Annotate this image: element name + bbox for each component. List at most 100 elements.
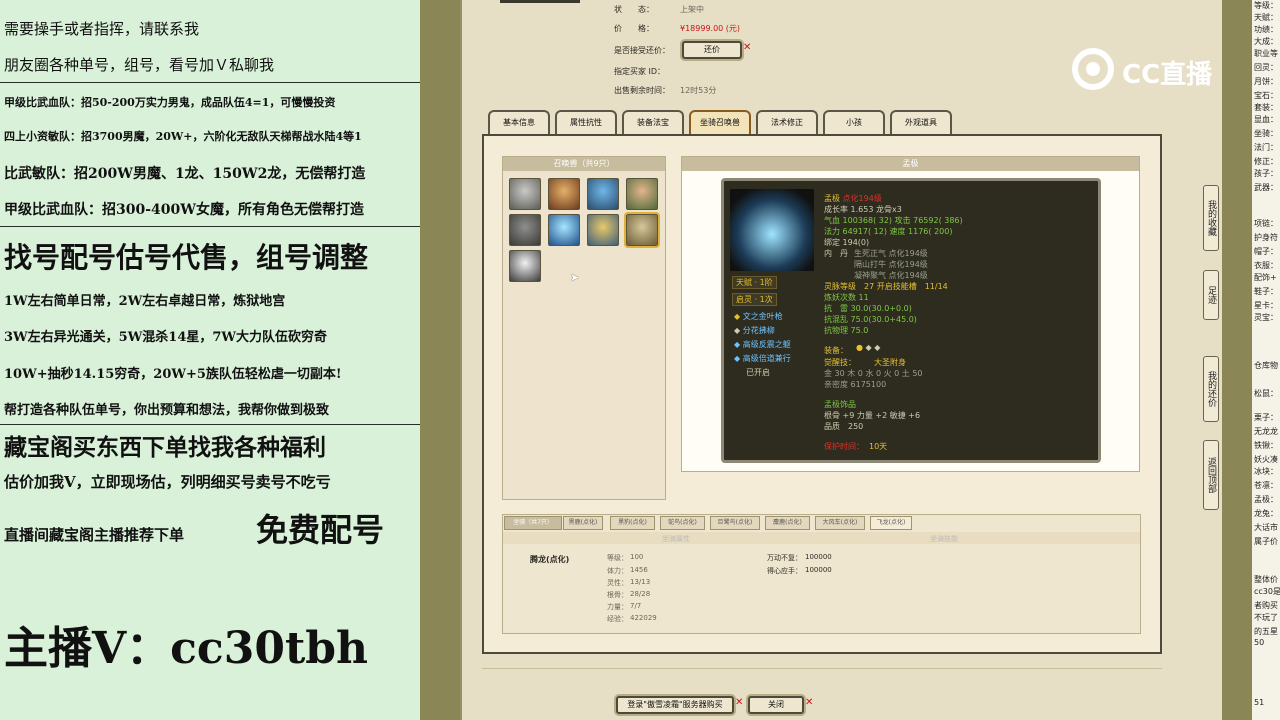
skill-name: 分花拂柳 (742, 326, 775, 335)
tab-basic-info[interactable]: 基本信息 (488, 110, 550, 134)
chat-line: 等级： (1254, 1, 1278, 10)
mount-stat-label: 力量： (607, 603, 628, 611)
summon-warrior-icon[interactable] (548, 178, 580, 210)
chat-line: 铁锹： (1254, 441, 1278, 450)
chat-line: 50 (1254, 638, 1265, 647)
divider (0, 424, 420, 425)
protect-label: 保护时间： (824, 442, 864, 451)
chat-line: 冰块： (1254, 467, 1278, 476)
promo-line: 比武敏队：招200W男魔、1龙、150W2龙，无偿帮打造 (4, 166, 366, 182)
promo-line: 1W左右简单日常，2W左右卓越日常，炼狱地宫 (4, 294, 286, 309)
chat-line: 配饰+ (1254, 273, 1277, 282)
chat-line: 不玩了 (1254, 613, 1278, 622)
bind-stat: 绑定 194(0) (824, 238, 870, 247)
promo-headline: 找号配号估号代售，组号调整 (4, 241, 369, 274)
ornament-title: 孟极饰品 (824, 400, 856, 409)
summon-wolf-icon[interactable] (509, 178, 541, 210)
tab-equipment[interactable]: 装备法宝 (622, 110, 684, 134)
summon-armored-icon[interactable] (587, 214, 619, 246)
tab-spell-correction[interactable]: 法术修正 (756, 110, 818, 134)
bargain-button[interactable]: 还价 (682, 41, 742, 59)
divider (0, 226, 420, 227)
mount-tab[interactable]: 大风车(点化) (815, 516, 865, 530)
mount-skill-column: 坐骑技能 (930, 535, 958, 543)
tab-attributes[interactable]: 属性抗性 (555, 110, 617, 134)
price-label: 价 格： (614, 24, 654, 33)
chat-line: 松鼠： (1254, 389, 1278, 398)
resist-chaos: 抗混乱 75.0(30.0+45.0) (824, 315, 917, 324)
time-left-value: 12时53分 (680, 86, 717, 95)
summon-level: 点化194级 (842, 194, 882, 203)
chat-line: 护身符 (1254, 233, 1278, 242)
time-left-label: 出售剩余时间： (614, 86, 670, 95)
chat-line: 项链： (1254, 219, 1278, 228)
promo-line: 甲级比武血队：招300-400W女魔，所有角色无偿帮打造 (4, 202, 364, 218)
talent-badge: 天赋 · 1阶 (732, 276, 777, 289)
summon-blue-hair-icon[interactable] (587, 178, 619, 210)
cc-logo-icon (1072, 48, 1114, 90)
summon-panda-icon[interactable] (509, 250, 541, 282)
summon-maiden-icon[interactable] (626, 178, 658, 210)
mount-tab[interactable]: 鸵鸟(点化) (660, 516, 705, 530)
promo-contact: 主播V：cc30tbh (4, 623, 369, 674)
mount-stat-label: 体力： (607, 567, 628, 575)
awaken-skill-value: 大圣附身 (874, 358, 906, 367)
login-buy-button[interactable]: 登录"傲雪凌霜"服务器购买 (616, 696, 734, 714)
mount-skill-value: 100000 (805, 553, 832, 561)
divider (482, 668, 1162, 669)
equip-icon: ◆ (862, 343, 875, 352)
price-value: ¥18999.00 (元) (680, 24, 741, 33)
summon-portrait (730, 189, 814, 271)
skill-name: 已开启 (746, 368, 770, 377)
close-button[interactable]: 关闭 (748, 696, 804, 714)
mount-name: 腾龙(点化) (530, 555, 570, 564)
mount-stat-value: 1456 (630, 566, 648, 574)
tab-summons[interactable]: 坐骑召唤兽 (689, 110, 751, 134)
mount-attr-column: 坐骑属性 (662, 535, 690, 543)
ornament-attributes: 根骨 +9 力量 +2 敏捷 +6 (824, 411, 921, 420)
intimacy: 亲密度 6175100 (824, 380, 887, 389)
mount-tab[interactable]: 麋鹿(点化) (765, 516, 810, 530)
chat-line: 妖火凑 (1254, 455, 1278, 464)
mount-stat-value: 13/13 (630, 578, 651, 586)
chat-line: 大话市 (1254, 523, 1278, 532)
awaken-skill-label: 觉醒技： (824, 358, 856, 367)
chat-line: 无龙龙 (1254, 427, 1278, 436)
tab-child[interactable]: 小孩 (823, 110, 885, 134)
summon-ice-icon[interactable] (548, 214, 580, 246)
summon-dragon-icon[interactable] (624, 212, 660, 248)
promo-line: 估价加我V，立即现场估，列明细买号卖号不吃亏 (4, 473, 331, 491)
mount-tab-active[interactable]: 飞龙(点化) (870, 516, 912, 530)
close-icon: ✕ (743, 42, 752, 53)
skill-icon: ◆ (734, 340, 741, 349)
equip-icon: ◆ (874, 343, 881, 352)
tab-appearance[interactable]: 外观道具 (890, 110, 952, 134)
ornament-quality: 品质 250 (824, 422, 864, 431)
footprint-button[interactable]: 足迹 (1203, 270, 1219, 320)
my-bargain-button[interactable]: 我的还价 (1203, 356, 1219, 422)
chat-line: 51 (1254, 698, 1265, 707)
chat-line: 者购买 (1254, 601, 1278, 610)
mount-skill-value: 100000 (805, 566, 832, 574)
chat-line: 龙兔： (1254, 509, 1278, 518)
chat-line: 宝石： (1254, 91, 1278, 100)
chat-line: 灵宝： (1254, 313, 1278, 322)
chat-line: 显血： (1254, 115, 1278, 124)
mount-stat-value: 28/28 (630, 590, 651, 598)
mount-skill-label: 得心应手： (767, 567, 802, 575)
promo-line: 甲级比武血队：招50-200万实力男鬼，成品队伍4=1，可慢慢投资 (4, 96, 336, 109)
resist-physical: 抗物理 75.0 (824, 326, 869, 335)
back-to-top-button[interactable]: 返回顶部 (1203, 440, 1219, 510)
summon-beast-icon[interactable] (509, 214, 541, 246)
screen: { "promo": { "lines": [ "需要操手或者指挥，请联系我",… (0, 0, 1280, 720)
mount-tab[interactable]: 巨鹭鸟(点化) (710, 516, 760, 530)
chat-line: 大成： (1254, 37, 1278, 46)
my-favorites-button[interactable]: 我的收藏 (1203, 185, 1219, 251)
mount-tab-all[interactable]: 坐骑（共7只） (504, 516, 562, 530)
mount-stat-label: 经验： (607, 615, 628, 623)
chat-line: 回灵： (1254, 63, 1278, 72)
mount-tab[interactable]: 黑鹿(点化) (563, 516, 603, 530)
mount-tab[interactable]: 黑豹(点化) (610, 516, 655, 530)
mount-stat-value: 7/7 (630, 602, 642, 610)
chat-strip: 等级： 天赋： 功绩： 大成： 职业等 回灵： 月饼： 宝石： 套装： 显血： 坐骑： 法门： 修正： 孩… (1252, 0, 1280, 720)
